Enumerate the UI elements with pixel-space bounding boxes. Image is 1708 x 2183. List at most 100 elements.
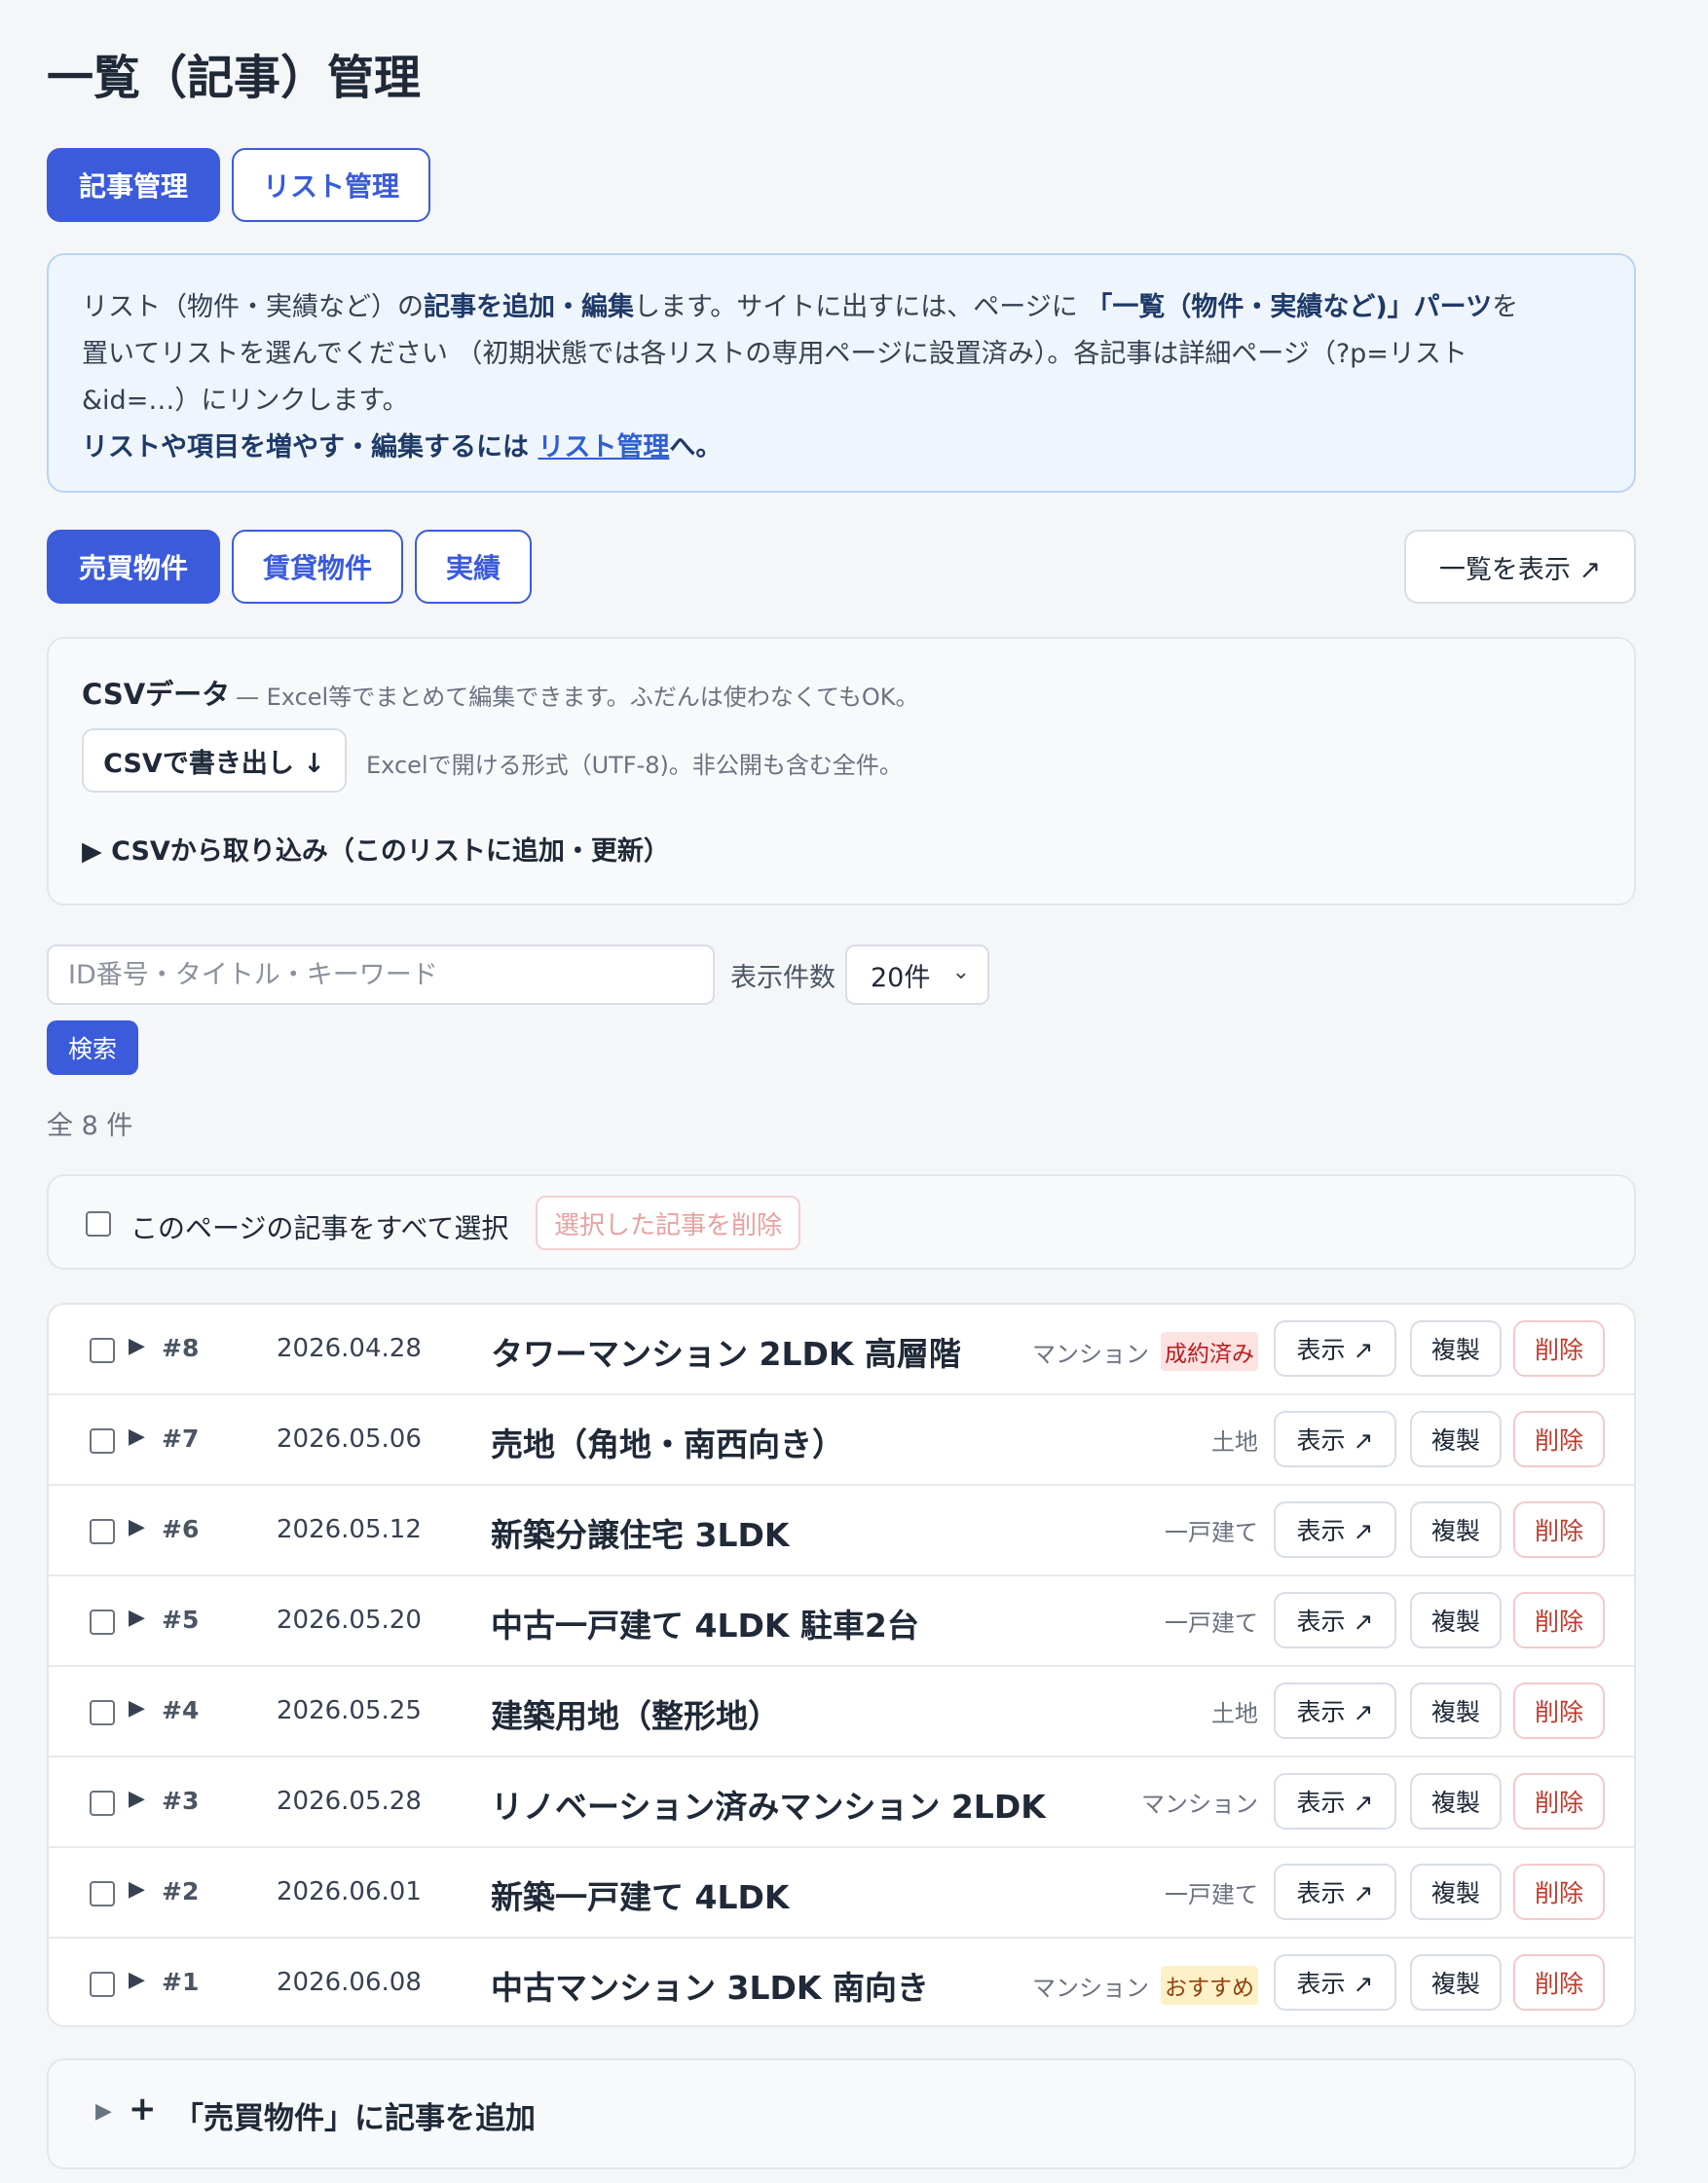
expand-toggle-icon[interactable]: ▶ xyxy=(129,1696,145,1720)
duplicate-button[interactable]: 複製 xyxy=(1410,1864,1502,1920)
per-page-label: 表示件数 xyxy=(730,963,835,993)
expand-toggle-icon[interactable]: ▶ xyxy=(129,1424,145,1449)
article-id: #5 xyxy=(162,1606,200,1634)
duplicate-button[interactable]: 複製 xyxy=(1410,1683,1502,1739)
article-date: 2026.06.08 xyxy=(277,1968,422,1997)
expand-toggle-icon[interactable]: ▶ xyxy=(129,1968,145,1992)
tab-list-results[interactable]: 実績 xyxy=(415,530,532,604)
duplicate-button[interactable]: 複製 xyxy=(1410,1320,1502,1377)
expand-toggle-icon[interactable]: ▶ xyxy=(129,1334,145,1358)
article-title[interactable]: 新築一戸建て 4LDK xyxy=(491,1871,789,1918)
info-line-2: 置いてリストを選んでください （初期状態では各リストの専用ページに設置済み）。各… xyxy=(82,339,1467,369)
per-page-select[interactable]: 20件 ⌄ xyxy=(845,944,989,1005)
expand-toggle-icon[interactable]: ▶ xyxy=(129,1877,145,1902)
view-button[interactable]: 表示 ↗ xyxy=(1274,1683,1396,1739)
delete-button[interactable]: 削除 xyxy=(1513,1501,1605,1558)
info-emphasis: 「一覧（物件・実績など)」パーツ xyxy=(1086,292,1493,322)
duplicate-button[interactable]: 複製 xyxy=(1410,1411,1502,1467)
delete-button[interactable]: 削除 xyxy=(1513,1954,1605,2011)
view-button[interactable]: 表示 ↗ xyxy=(1274,1320,1396,1377)
article-id: #1 xyxy=(162,1968,200,1996)
select-all-checkbox[interactable] xyxy=(86,1211,111,1237)
view-button[interactable]: 表示 ↗ xyxy=(1274,1864,1396,1920)
csv-export-button[interactable]: CSVで書き出し ↓ xyxy=(82,728,347,793)
duplicate-button[interactable]: 複製 xyxy=(1410,1592,1502,1648)
article-title[interactable]: リノベーション済みマンション 2LDK xyxy=(491,1781,1046,1828)
article-title[interactable]: タワーマンション 2LDK 高層階 xyxy=(491,1328,961,1375)
delete-button[interactable]: 削除 xyxy=(1513,1411,1605,1467)
article-meta: 土地 xyxy=(1211,1423,1258,1457)
article-list: ▶ #8 2026.04.28 タワーマンション 2LDK 高層階 マンション 成約済み表… xyxy=(47,1303,1636,2027)
select-all-label[interactable]: このページの記事をすべて選択 xyxy=(130,1207,508,1246)
tab-article-management[interactable]: 記事管理 xyxy=(47,148,220,222)
delete-button[interactable]: 削除 xyxy=(1513,1320,1605,1377)
info-emphasis: リストや項目を増やす・編集するには xyxy=(82,432,538,462)
search-button[interactable]: 検索 xyxy=(47,1020,138,1075)
expand-toggle-icon[interactable]: ▶ xyxy=(129,1606,145,1630)
article-meta: マンション おすすめ xyxy=(1032,1966,1258,2005)
row-checkbox[interactable] xyxy=(90,1972,115,1997)
expand-toggle-icon[interactable]: ▶ xyxy=(129,1515,145,1539)
article-id: #4 xyxy=(162,1696,200,1724)
duplicate-button[interactable]: 複製 xyxy=(1410,1501,1502,1558)
category-label: マンション xyxy=(1141,1791,1258,1818)
article-date: 2026.05.25 xyxy=(277,1696,422,1725)
add-article-label[interactable]: 「売買物件」に記事を追加 xyxy=(173,2093,536,2137)
row-checkbox[interactable] xyxy=(90,1428,115,1454)
row-checkbox[interactable] xyxy=(90,1791,115,1816)
category-label: 一戸建て xyxy=(1165,1519,1258,1546)
info-notice: リスト（物件・実績など）の記事を追加・編集します。サイトに出すには、ページに 「… xyxy=(47,253,1636,493)
tab-list-sale-property[interactable]: 売買物件 xyxy=(47,530,220,604)
article-date: 2026.04.28 xyxy=(277,1334,422,1363)
delete-selected-button[interactable]: 選択した記事を削除 xyxy=(536,1196,800,1250)
article-meta: マンション 成約済み xyxy=(1032,1332,1258,1371)
article-date: 2026.05.28 xyxy=(277,1787,422,1816)
csv-export-note: Excelで開ける形式（UTF-8)。非公開も含む全件。 xyxy=(366,752,903,779)
article-title[interactable]: 中古マンション 3LDK 南向き xyxy=(491,1962,929,2009)
row-checkbox[interactable] xyxy=(90,1610,115,1635)
info-line-3: &id=…）にリンクします。 xyxy=(82,386,409,416)
table-row: ▶ #1 2026.06.08 中古マンション 3LDK 南向き マンション おすすめ 表示… xyxy=(49,1939,1634,2025)
row-checkbox[interactable] xyxy=(90,1519,115,1544)
category-label: 土地 xyxy=(1211,1700,1258,1727)
status-badge: 成約済み xyxy=(1161,1332,1258,1371)
per-page-value: 20件 xyxy=(871,962,931,993)
view-button[interactable]: 表示 ↗ xyxy=(1274,1954,1396,2011)
table-row: ▶ #4 2026.05.25 建築用地（整形地） 土地 表示 ↗ 複製 削除 xyxy=(49,1667,1634,1758)
duplicate-button[interactable]: 複製 xyxy=(1410,1954,1502,2011)
csv-panel: CSVデータ — Excel等でまとめて編集できます。ふだんは使わなくてもOK。… xyxy=(47,637,1636,906)
chevron-down-icon: ⌄ xyxy=(951,960,970,984)
article-title[interactable]: 売地（角地・南西向き） xyxy=(491,1419,844,1465)
info-text: を xyxy=(1492,292,1519,322)
add-article-panel[interactable]: ▶ + 「売買物件」に記事を追加 xyxy=(47,2058,1636,2169)
info-line-1: リスト（物件・実績など）の記事を追加・編集します。サイトに出すには、ページに 「… xyxy=(82,284,1601,331)
view-button[interactable]: 表示 ↗ xyxy=(1274,1501,1396,1558)
search-input[interactable] xyxy=(47,944,715,1005)
row-checkbox[interactable] xyxy=(90,1338,115,1363)
article-title[interactable]: 中古一戸建て 4LDK 駐車2台 xyxy=(491,1600,919,1646)
article-date: 2026.05.12 xyxy=(277,1515,422,1544)
view-button[interactable]: 表示 ↗ xyxy=(1274,1411,1396,1467)
triangle-right-icon: ▶ xyxy=(95,2099,112,2124)
tab-list-rental-property[interactable]: 賃貸物件 xyxy=(232,530,403,604)
list-management-link[interactable]: リスト管理 xyxy=(538,432,669,462)
delete-button[interactable]: 削除 xyxy=(1513,1683,1605,1739)
article-date: 2026.06.01 xyxy=(277,1877,422,1906)
expand-toggle-icon[interactable]: ▶ xyxy=(129,1787,145,1811)
csv-import-toggle[interactable]: ▶ CSVから取り込み（このリストに追加・更新） xyxy=(82,830,670,868)
view-list-button[interactable]: 一覧を表示 ↗ xyxy=(1404,530,1636,604)
delete-button[interactable]: 削除 xyxy=(1513,1864,1605,1920)
duplicate-button[interactable]: 複製 xyxy=(1410,1773,1502,1830)
view-button[interactable]: 表示 ↗ xyxy=(1274,1592,1396,1648)
table-row: ▶ #7 2026.05.06 売地（角地・南西向き） 土地 表示 ↗ 複製 削除 xyxy=(49,1395,1634,1486)
row-checkbox[interactable] xyxy=(90,1700,115,1725)
tab-list-management[interactable]: リスト管理 xyxy=(232,148,430,222)
view-button[interactable]: 表示 ↗ xyxy=(1274,1773,1396,1830)
row-checkbox[interactable] xyxy=(90,1881,115,1906)
article-title[interactable]: 建築用地（整形地） xyxy=(491,1690,780,1737)
delete-button[interactable]: 削除 xyxy=(1513,1592,1605,1648)
article-title[interactable]: 新築分譲住宅 3LDK xyxy=(491,1509,789,1556)
delete-button[interactable]: 削除 xyxy=(1513,1773,1605,1830)
article-meta: マンション xyxy=(1141,1785,1258,1819)
total-count: 全 8 件 xyxy=(47,1111,133,1141)
